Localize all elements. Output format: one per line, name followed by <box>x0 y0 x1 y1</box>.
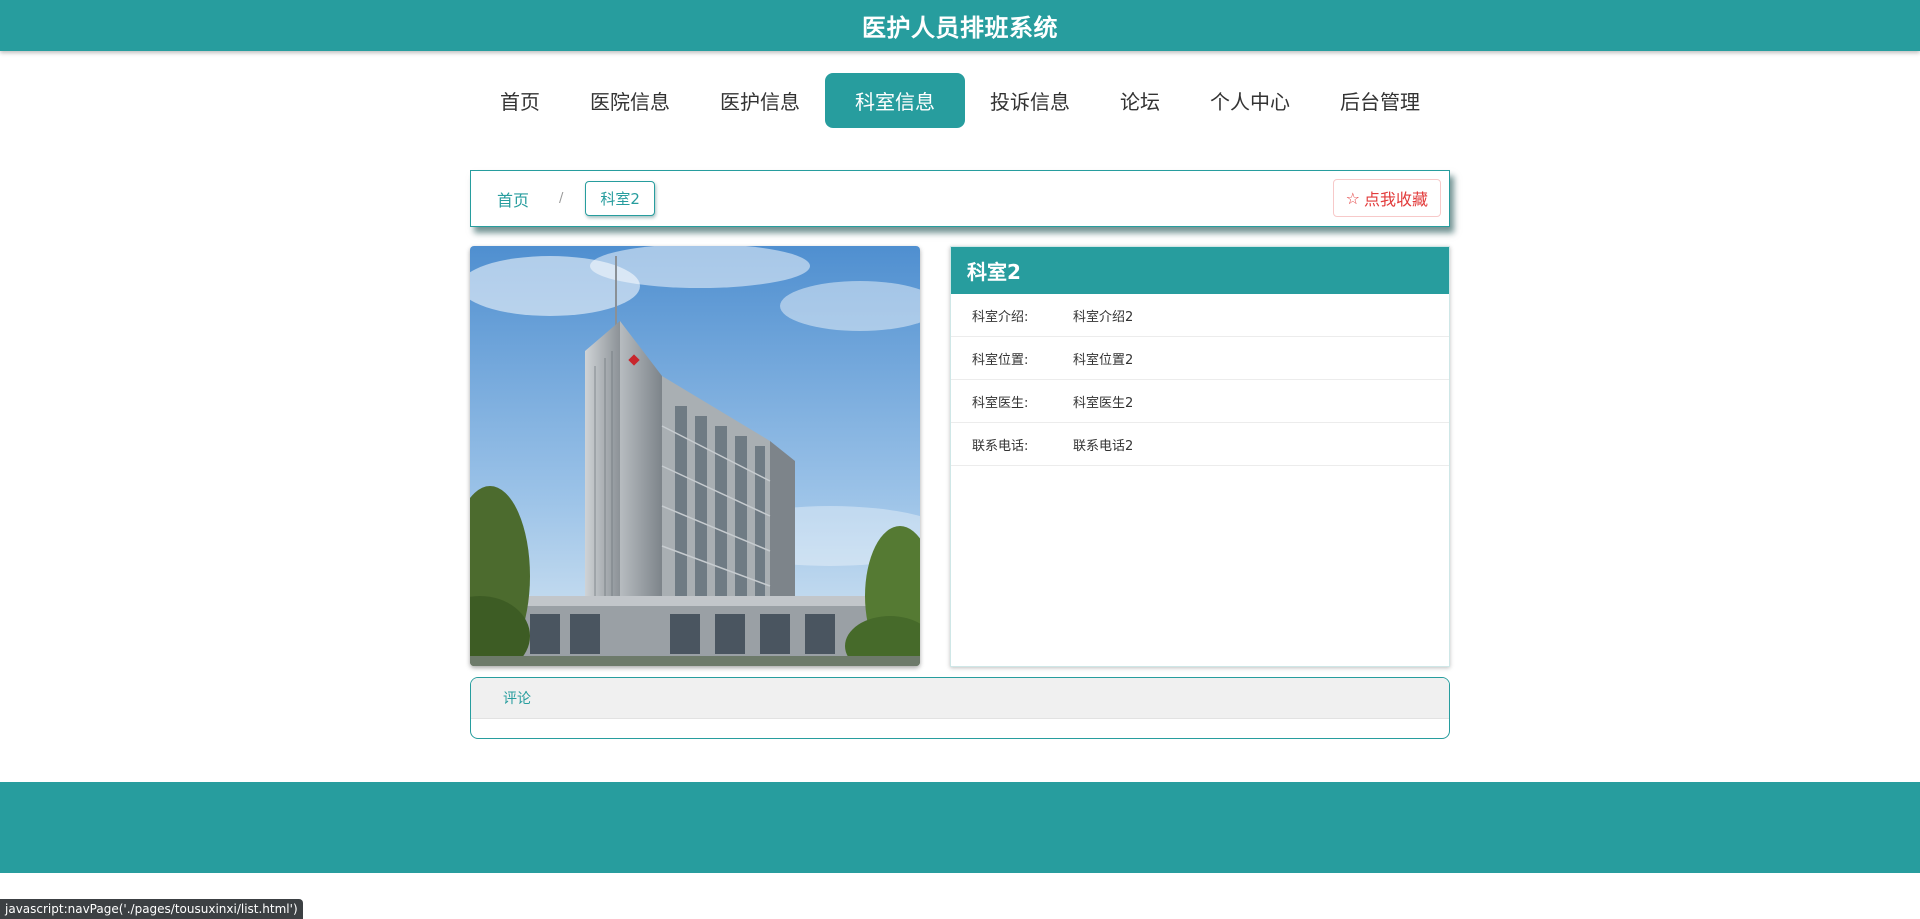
detail-label: 科室医生: <box>972 395 1029 411</box>
tab-comments[interactable]: 评论 <box>471 678 1449 719</box>
detail-row: 科室介绍: 科室介绍2 <box>951 294 1449 337</box>
breadcrumb-home-link[interactable]: 首页 <box>497 187 529 211</box>
star-outline-icon: ☆ <box>1345 188 1360 208</box>
nav-item-department-info[interactable]: 科室信息 <box>825 73 965 128</box>
nav-item-hospital-info[interactable]: 医院信息 <box>565 73 695 128</box>
main-nav: 首页 医院信息 医护信息 科室信息 投诉信息 论坛 个人中心 后台管理 <box>0 73 1920 128</box>
detail-value: 联系电话2 <box>1073 438 1134 454</box>
favorite-button[interactable]: ☆ 点我收藏 <box>1332 179 1441 217</box>
favorite-button-label: 点我收藏 <box>1363 190 1428 209</box>
nav-item-home[interactable]: 首页 <box>475 73 565 128</box>
nav-item-forum[interactable]: 论坛 <box>1095 73 1185 128</box>
department-photo <box>470 246 920 666</box>
comments-section: 评论 <box>470 677 1450 739</box>
tab-comments-label: 评论 <box>503 691 531 707</box>
nav-item-personal-center[interactable]: 个人中心 <box>1185 73 1315 128</box>
top-header: 医护人员排班系统 <box>0 0 1920 51</box>
detail-value: 科室位置2 <box>1073 352 1134 368</box>
breadcrumb-current: 科室2 <box>585 181 655 216</box>
detail-label: 科室介绍: <box>972 309 1029 325</box>
detail-label: 科室位置: <box>972 352 1029 368</box>
nav-item-admin[interactable]: 后台管理 <box>1315 73 1445 128</box>
detail-row: 科室位置: 科室位置2 <box>951 337 1449 380</box>
status-bar-url: javascript:navPage('./pages/tousuxinxi/l… <box>0 899 303 919</box>
page-footer <box>0 782 1920 873</box>
detail-row: 联系电话: 联系电话2 <box>951 423 1449 466</box>
site-title: 医护人员排班系统 <box>862 14 1058 42</box>
nav-item-medical-staff-info[interactable]: 医护信息 <box>695 73 825 128</box>
department-detail-panel: 科室2 科室介绍: 科室介绍2 科室位置: 科室位置2 科室医生: 科室医生2 … <box>950 246 1450 667</box>
detail-row: 科室医生: 科室医生2 <box>951 380 1449 423</box>
detail-value: 科室医生2 <box>1073 395 1134 411</box>
detail-label: 联系电话: <box>972 438 1029 454</box>
breadcrumb-separator: / <box>559 191 564 206</box>
detail-value: 科室介绍2 <box>1073 309 1134 325</box>
nav-item-complaint-info[interactable]: 投诉信息 <box>965 73 1095 128</box>
detail-title: 科室2 <box>951 247 1449 294</box>
breadcrumb: 首页 / 科室2 ☆ 点我收藏 <box>470 170 1450 227</box>
